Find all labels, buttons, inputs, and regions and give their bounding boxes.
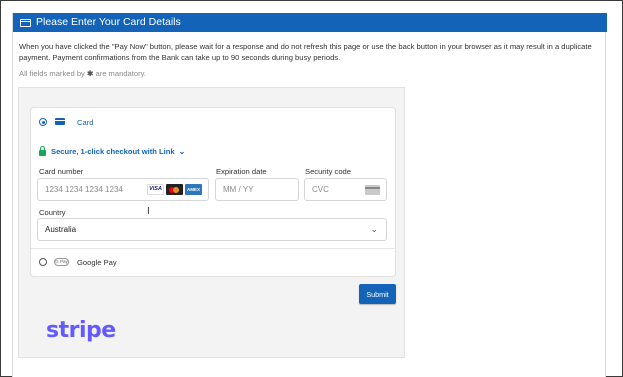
mastercard-icon — [166, 184, 183, 195]
lock-icon — [39, 146, 46, 156]
card-option-label[interactable]: Card — [77, 118, 93, 127]
card-details-panel: Please Enter Your Card Details When you … — [12, 13, 607, 377]
chevron-down-icon: ⌄ — [178, 147, 186, 156]
visa-icon: VISA — [147, 184, 164, 195]
google-pay-label[interactable]: Google Pay — [77, 258, 117, 267]
chevron-down-icon: ⌄ — [370, 224, 378, 234]
card-radio[interactable] — [39, 118, 47, 126]
google-pay-radio[interactable] — [39, 258, 47, 266]
security-code-label: Security code — [305, 167, 352, 176]
country-value: Australia — [45, 225, 77, 234]
submit-button[interactable]: Submit — [359, 284, 396, 304]
security-code-input[interactable]: CVC — [304, 178, 387, 201]
card-number-placeholder: 1234 1234 1234 1234 — [45, 185, 123, 194]
card-number-label: Card number — [39, 167, 84, 176]
card-option-icon — [55, 118, 65, 125]
expiration-placeholder: MM / YY — [223, 185, 254, 194]
payment-element-area: Card Secure, 1-click checkout with Link … — [18, 87, 405, 358]
expiration-input[interactable]: MM / YY — [215, 178, 299, 201]
payment-methods-box: Card Secure, 1-click checkout with Link … — [30, 107, 396, 277]
cvc-card-icon — [365, 185, 380, 195]
amex-icon: AMEX — [185, 184, 202, 195]
asterisk-icon: ✱ — [86, 69, 94, 78]
credit-card-icon — [20, 18, 31, 27]
stripe-logo: stripe — [46, 318, 116, 343]
panel-title: Please Enter Your Card Details — [36, 16, 181, 28]
payment-notice: When you have clicked the "Pay Now" butt… — [19, 42, 592, 62]
cvc-placeholder: CVC — [312, 185, 329, 194]
divider — [31, 248, 395, 249]
panel-header: Please Enter Your Card Details — [13, 13, 607, 32]
link-checkout[interactable]: Secure, 1-click checkout with Link ⌄ — [39, 146, 186, 156]
mandatory-note: All fields marked by ✱ are mandatory. — [19, 69, 146, 78]
country-select[interactable]: Australia ⌄ — [37, 218, 387, 241]
card-number-input[interactable]: 1234 1234 1234 1234 VISA AMEX — [37, 178, 209, 201]
text-cursor-icon: I — [147, 206, 150, 217]
card-brands: VISA AMEX — [147, 184, 202, 195]
link-checkout-label: Secure, 1-click checkout with Link — [51, 147, 175, 156]
expiration-label: Expiration date — [216, 167, 267, 176]
google-pay-icon: G Pay — [54, 258, 69, 266]
country-label: Country — [39, 208, 66, 217]
